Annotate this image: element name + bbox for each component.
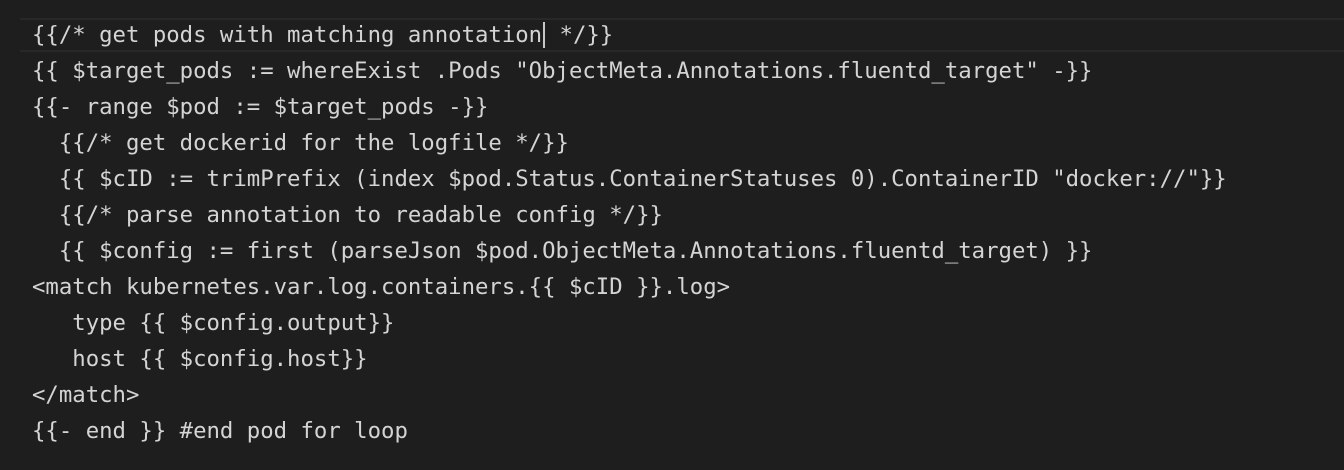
text-cursor bbox=[543, 22, 546, 48]
code-line-9[interactable]: type {{ $config.output}} bbox=[32, 305, 1227, 341]
code-line-8[interactable]: <match kubernetes.var.log.containers.{{ … bbox=[32, 269, 1227, 305]
code-line-7[interactable]: {{ $config := first (parseJson $pod.Obje… bbox=[32, 233, 1227, 269]
code-line-1[interactable]: {{/* get pods with matching annotation *… bbox=[32, 17, 1227, 53]
code-line-5[interactable]: {{ $cID := trimPrefix (index $pod.Status… bbox=[32, 161, 1227, 197]
code-text-before-cursor: {{/* get pods with matching annotation bbox=[32, 22, 543, 48]
code-text-after-cursor: */}} bbox=[546, 22, 614, 48]
code-content[interactable]: {{/* get pods with matching annotation *… bbox=[32, 17, 1227, 449]
code-line-6[interactable]: {{/* parse annotation to readable config… bbox=[32, 197, 1227, 233]
code-line-12[interactable]: {{- end }} #end pod for loop bbox=[32, 413, 1227, 449]
code-line-2[interactable]: {{ $target_pods := whereExist .Pods "Obj… bbox=[32, 53, 1227, 89]
code-editor[interactable]: {{/* get pods with matching annotation *… bbox=[0, 0, 1344, 470]
code-line-4[interactable]: {{/* get dockerid for the logfile */}} bbox=[32, 125, 1227, 161]
code-line-3[interactable]: {{- range $pod := $target_pods -}} bbox=[32, 89, 1227, 125]
code-line-11[interactable]: </match> bbox=[32, 377, 1227, 413]
code-line-10[interactable]: host {{ $config.host}} bbox=[32, 341, 1227, 377]
